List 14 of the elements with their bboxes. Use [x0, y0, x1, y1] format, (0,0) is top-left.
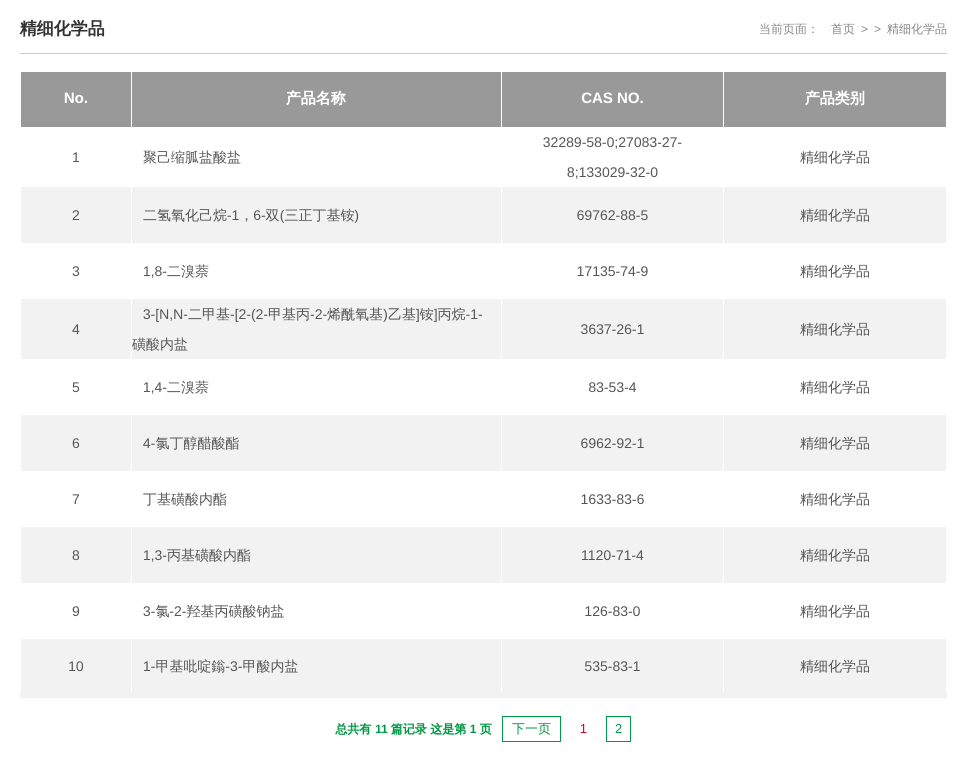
breadcrumb-item[interactable]: 精细化学品: [887, 20, 947, 38]
table-cell: 1-甲基吡啶鎓-3-甲酸内盐: [131, 639, 502, 695]
table-cell: 精细化学品: [724, 639, 946, 695]
breadcrumb-label: 当前页面：: [758, 21, 819, 38]
breadcrumb-item[interactable]: >: [874, 20, 881, 38]
record-summary: 总共有 11 篇记录 这是第 1 页: [336, 720, 492, 738]
page-title: 精细化学品: [20, 18, 105, 40]
page-link[interactable]: 2: [606, 716, 632, 742]
breadcrumb-item[interactable]: >: [860, 20, 868, 38]
page-link[interactable]: 1: [570, 716, 596, 742]
table-cell: 10: [20, 639, 132, 695]
table-cell: 535-83-1: [501, 639, 724, 695]
breadcrumb-item[interactable]: 首页: [830, 20, 855, 38]
next-page-link[interactable]: 下一页: [502, 716, 561, 742]
